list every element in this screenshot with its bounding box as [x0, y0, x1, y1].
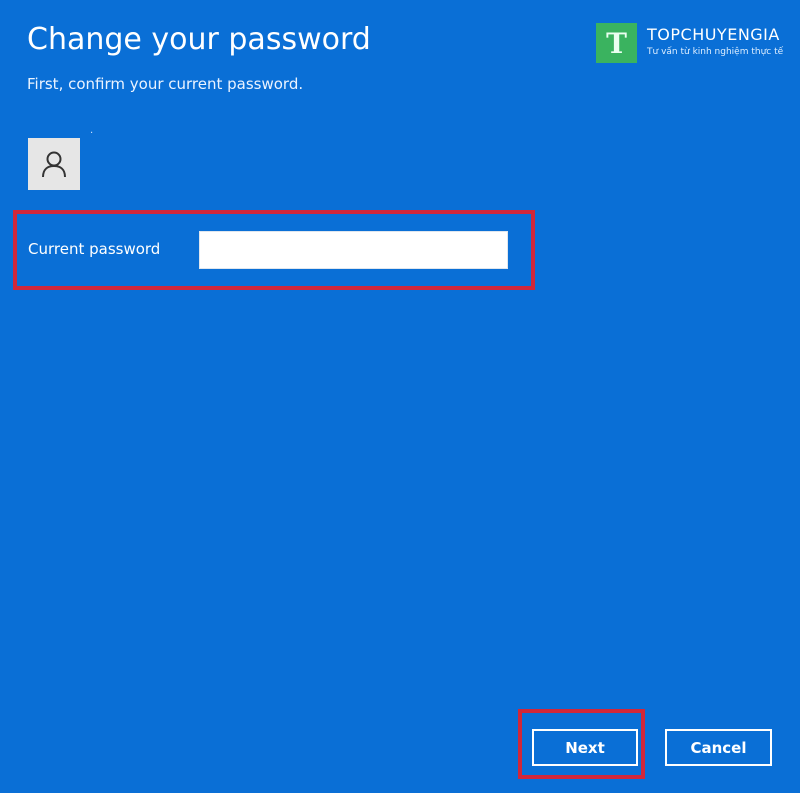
avatar [28, 138, 80, 190]
username-text: · [90, 128, 94, 139]
logo-tagline: Tư vấn từ kinh nghiệm thực tế [647, 47, 784, 57]
cancel-button[interactable]: Cancel [665, 729, 772, 766]
watermark-logo: T TOPCHUYENGIA Tư vấn từ kinh nghiệm thự… [596, 23, 783, 63]
logo-name: TOPCHUYENGIA [647, 25, 780, 44]
user-icon [42, 151, 66, 178]
current-password-label: Current password [28, 240, 161, 258]
page-title: Change your password [27, 22, 371, 57]
current-password-input[interactable] [199, 231, 508, 269]
page-subtitle: First, confirm your current password. [27, 75, 304, 93]
next-button[interactable]: Next [532, 729, 638, 766]
logo-mark-icon: T [596, 23, 637, 63]
